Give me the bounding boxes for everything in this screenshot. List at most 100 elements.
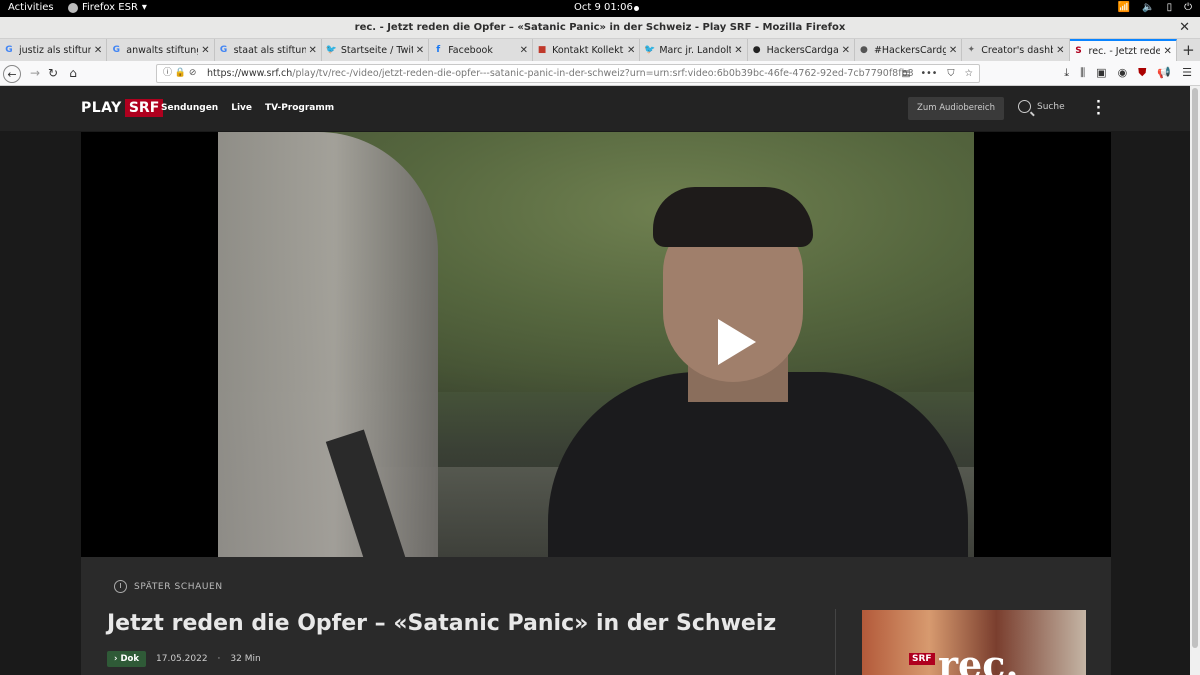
google-icon: G (112, 45, 120, 55)
twitter-icon: 🐦 (644, 45, 656, 55)
play-icon[interactable] (718, 319, 756, 365)
show-thumbnail[interactable]: SRF rec. (862, 610, 1086, 675)
watch-later-button[interactable]: SPÄTER SCHAUEN (114, 580, 223, 593)
window-close-button[interactable]: ✕ (1179, 20, 1190, 35)
tab-label: anwalts stiftung (126, 44, 199, 56)
sidebar-icon[interactable]: ▣ (1096, 66, 1106, 80)
url-actions: ▤ ••• ⛉ ☆ (902, 65, 973, 82)
tab-label: #HackersCardgame (873, 44, 946, 56)
url-text[interactable]: https://www.srf.ch/play/tv/rec-/video/je… (207, 65, 914, 82)
menu-icon[interactable]: ☰ (1182, 66, 1192, 80)
power-icon: ⏻ (1184, 2, 1192, 13)
srf-header: PLAY SRF Sendungen Live TV-Programm Zum … (0, 86, 1190, 131)
meta-separator: · (217, 654, 221, 664)
close-tab-icon[interactable]: ✕ (734, 45, 742, 56)
system-tray[interactable]: 📶 🔈 ▯ ⏻ (1118, 2, 1192, 13)
tab-label: staat als stiftung (233, 44, 306, 56)
nav-live[interactable]: Live (231, 103, 252, 113)
search-icon (1018, 100, 1031, 113)
clock-icon (114, 580, 127, 593)
bookmark-star-icon[interactable]: ☆ (964, 65, 973, 82)
page-scrollbar[interactable] (1190, 86, 1200, 675)
tab-6[interactable]: 🐦 Marc jr. Landolt ✕ (640, 39, 748, 61)
google-icon: G (219, 45, 228, 55)
srf-icon: S (1075, 46, 1082, 56)
thumb-rec-logo: rec. (938, 642, 1019, 675)
nav-sendungen[interactable]: Sendungen (161, 103, 218, 113)
tab-label: Facebook (448, 44, 493, 56)
video-duration: 32 Min (230, 654, 261, 664)
clock[interactable]: Oct 9 01:06 (574, 2, 633, 13)
close-tab-icon[interactable]: ✕ (949, 45, 957, 56)
gnome-top-bar: Activities Firefox ESR ▾ Oct 9 01:06 📶 🔈… (0, 0, 1200, 17)
close-tab-icon[interactable]: ✕ (627, 45, 635, 56)
app-menu-label: Firefox ESR (82, 2, 138, 13)
audio-area-button[interactable]: Zum Audiobereich (908, 97, 1004, 120)
firefox-icon (68, 2, 78, 13)
activities-button[interactable]: Activities (8, 2, 54, 13)
video-player[interactable] (81, 132, 1111, 557)
tab-label: rec. - Jetzt reden die Opfer (1088, 45, 1161, 57)
tab-3[interactable]: 🐦Startseite / Twitter✕ (322, 39, 430, 61)
tab-label: HackersCardgame (766, 44, 839, 56)
close-tab-icon[interactable]: ✕ (201, 45, 209, 56)
close-tab-icon[interactable]: ✕ (520, 45, 528, 56)
genre-badge[interactable]: › Dok (107, 651, 147, 667)
tab-strip: Gjustiz als stiftung✕Ganwalts stiftung✕G… (0, 39, 1200, 61)
more-menu-icon[interactable]: · · · (1096, 96, 1101, 121)
tab-9[interactable]: ✦ Creator's dashboard✕ (962, 39, 1070, 61)
account-icon[interactable]: ◉ (1118, 66, 1128, 80)
search-button[interactable]: Suche (1018, 100, 1065, 113)
back-button[interactable]: ← (3, 65, 21, 83)
play-srf-logo[interactable]: PLAY SRF (81, 99, 164, 117)
scrollbar-thumb[interactable] (1192, 88, 1198, 648)
watch-later-label: SPÄTER SCHAUEN (134, 581, 223, 592)
close-tab-icon[interactable]: ✕ (94, 45, 102, 56)
toolbar-right: ⤓ ⫼ ▣ ◉ ⛊ 📢 ☰ (1064, 66, 1192, 80)
tab-2[interactable]: Gstaat als stiftung ✕ (215, 39, 322, 61)
video-info-panel: SPÄTER SCHAUEN Jetzt reden die Opfer – «… (81, 557, 1111, 675)
download-icon[interactable]: ⤓ (1064, 66, 1069, 80)
main-nav: Sendungen Live TV-Programm (161, 103, 334, 113)
tab-label: Creator's dashboard (981, 44, 1054, 56)
tab-5[interactable]: ■ Kontakt Kollektiv ✕ (533, 39, 641, 61)
page-actions-button[interactable]: ••• (921, 65, 938, 82)
tab-10[interactable]: Srec. - Jetzt reden die Opfer✕ (1069, 39, 1177, 61)
tab-4[interactable]: f Facebook ✕ (429, 39, 534, 61)
creator-icon: ✦ (967, 45, 976, 55)
new-tab-button[interactable]: + (1177, 39, 1200, 61)
info-divider (835, 609, 836, 675)
url-bar[interactable]: ⓘ 🔒 ⊘ https://www.srf.ch/play/tv/rec-/vi… (156, 64, 980, 83)
reload-button[interactable]: ↻ (44, 65, 62, 83)
app-menu[interactable]: Firefox ESR ▾ (68, 2, 147, 13)
ublock-icon[interactable]: ⛊ (1138, 66, 1146, 80)
volume-icon: 🔈 (1142, 2, 1155, 13)
pocket-icon[interactable]: ⛉ (947, 65, 954, 82)
facebook-icon: f (436, 45, 441, 55)
navigation-bar: ← → ↻ ⌂ ⓘ 🔒 ⊘ https://www.srf.ch/play/tv… (0, 61, 1200, 86)
tab-1[interactable]: Ganwalts stiftung ✕ (107, 39, 215, 61)
window-title: rec. - Jetzt reden die Opfer – «Satanic … (354, 22, 846, 33)
chevron-down-icon: ▾ (141, 2, 147, 13)
forward-button[interactable]: → (26, 65, 44, 83)
url-host: https://www.srf.ch (207, 68, 293, 79)
close-tab-icon[interactable]: ✕ (842, 45, 850, 56)
url-path: /play/tv/rec-/video/jetzt-reden-die-opfe… (292, 68, 914, 79)
tab-0[interactable]: Gjustiz als stiftung✕ (0, 39, 108, 61)
tab-7[interactable]: ● HackersCardgame✕ (748, 39, 855, 61)
reader-view-icon[interactable]: ▤ (902, 65, 911, 82)
library-icon[interactable]: ⫼ (1080, 66, 1085, 80)
github-icon: ● (752, 45, 761, 55)
close-tab-icon[interactable]: ✕ (1163, 46, 1171, 57)
thumb-srf-logo: SRF (909, 653, 935, 665)
close-tab-icon[interactable]: ✕ (416, 45, 424, 56)
video-frame[interactable] (218, 132, 974, 557)
tab-8[interactable]: ● #HackersCardgame✕ (855, 39, 963, 61)
extension-icon[interactable]: 📢 (1157, 66, 1171, 80)
nav-tv-programm[interactable]: TV-Programm (265, 103, 334, 113)
network-icon: 📶 (1117, 2, 1131, 13)
close-tab-icon[interactable]: ✕ (309, 45, 317, 56)
lock-icon[interactable]: ⓘ 🔒 ⊘ (163, 65, 196, 82)
close-tab-icon[interactable]: ✕ (1056, 45, 1064, 56)
home-button[interactable]: ⌂ (64, 65, 82, 83)
